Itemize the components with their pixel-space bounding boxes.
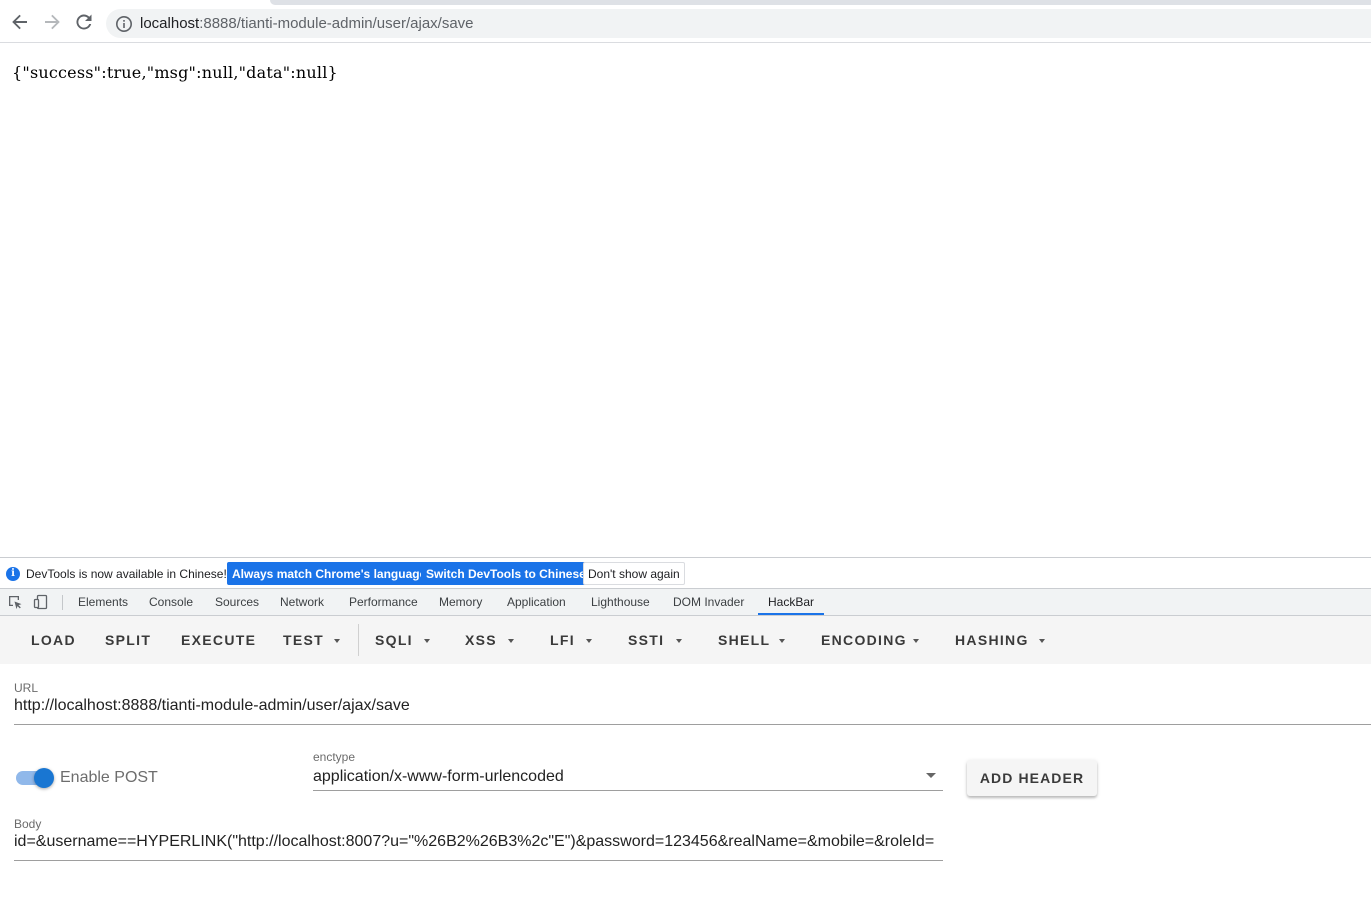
forward-button[interactable] <box>39 9 65 35</box>
ssti-menu[interactable]: SSTI <box>628 632 664 648</box>
sqli-menu[interactable]: SQLI <box>375 632 413 648</box>
tab-strip <box>270 0 1371 5</box>
encoding-menu[interactable]: ENCODING <box>821 632 907 648</box>
url-path: :8888/tianti-module-admin/user/ajax/save <box>199 15 474 32</box>
url-host: localhost <box>140 15 200 32</box>
caret-down-icon <box>424 639 430 643</box>
devtools-panel: i DevTools is now available in Chinese! … <box>0 557 1371 898</box>
tab-console[interactable]: Console <box>149 589 193 616</box>
add-header-button[interactable]: ADD HEADER <box>967 760 1097 796</box>
device-toolbar-icon[interactable] <box>33 594 49 610</box>
caret-down-icon <box>1039 639 1045 643</box>
tab-performance[interactable]: Performance <box>349 589 418 616</box>
caret-down-icon <box>913 639 919 643</box>
info-icon: i <box>6 567 20 581</box>
tab-sources[interactable]: Sources <box>215 589 259 616</box>
test-menu[interactable]: TEST <box>283 632 324 648</box>
reload-button[interactable] <box>71 9 97 35</box>
chevron-down-icon[interactable] <box>926 773 936 778</box>
address-bar-url[interactable]: localhost:8888/tianti-module-admin/user/… <box>140 15 474 32</box>
reload-icon <box>76 14 92 30</box>
tab-lighthouse[interactable]: Lighthouse <box>591 589 650 616</box>
switch-to-chinese-button[interactable]: Switch DevTools to Chinese <box>421 562 591 585</box>
url-label: URL <box>14 681 39 695</box>
caret-down-icon <box>676 639 682 643</box>
shell-menu[interactable]: SHELL <box>718 632 770 648</box>
active-tab-indicator <box>758 613 824 615</box>
url-input[interactable]: http://localhost:8888/tianti-module-admi… <box>14 697 410 715</box>
caret-down-icon <box>779 639 785 643</box>
tab-hackbar[interactable]: HackBar <box>768 589 814 616</box>
tab-network[interactable]: Network <box>280 589 324 616</box>
info-circle-icon[interactable] <box>115 15 133 33</box>
infobar-message: DevTools is now available in Chinese! <box>26 567 227 581</box>
body-input-underline <box>14 860 943 861</box>
body-label: Body <box>14 817 42 831</box>
caret-down-icon <box>586 639 592 643</box>
enctype-label: enctype <box>313 750 356 764</box>
arrow-left-icon <box>12 14 27 30</box>
match-language-button[interactable]: Always match Chrome's language <box>227 562 432 585</box>
toolbar-divider <box>62 595 63 610</box>
inspect-element-icon[interactable] <box>7 594 23 610</box>
split-button[interactable]: SPLIT <box>105 632 151 648</box>
hackbar-menubar: LOAD SPLIT EXECUTE TEST SQLI XSS LFI SST… <box>0 616 1371 664</box>
lfi-menu[interactable]: LFI <box>550 632 575 648</box>
execute-button[interactable]: EXECUTE <box>181 632 256 648</box>
body-input[interactable]: id=&username==HYPERLINK("http://localhos… <box>14 833 934 851</box>
back-button[interactable] <box>7 9 33 35</box>
tab-application[interactable]: Application <box>507 589 566 616</box>
devtools-tab-bar: Elements Console Sources Network Perform… <box>0 589 1371 616</box>
caret-down-icon <box>508 639 514 643</box>
enctype-underline <box>313 790 943 791</box>
hashing-menu[interactable]: HASHING <box>955 632 1029 648</box>
tab-elements[interactable]: Elements <box>78 589 128 616</box>
dont-show-again-button[interactable]: Don't show again <box>583 562 685 585</box>
url-input-underline <box>14 724 1371 725</box>
toggle-thumb[interactable] <box>34 768 54 788</box>
devtools-infobar: i DevTools is now available in Chinese! … <box>0 558 1371 589</box>
enable-post-label: Enable POST <box>60 769 158 786</box>
browser-toolbar: localhost:8888/tianti-module-admin/user/… <box>0 0 1371 43</box>
caret-down-icon <box>334 639 340 643</box>
enctype-select[interactable]: application/x-www-form-urlencoded <box>313 768 564 786</box>
xss-menu[interactable]: XSS <box>465 632 497 648</box>
address-bar[interactable]: localhost:8888/tianti-module-admin/user/… <box>106 9 1371 38</box>
load-button[interactable]: LOAD <box>31 632 76 648</box>
menu-divider <box>358 624 359 656</box>
tab-memory[interactable]: Memory <box>439 589 482 616</box>
tab-dom-invader[interactable]: DOM Invader <box>673 589 744 616</box>
arrow-right-icon <box>45 14 60 30</box>
json-response: {"success":true,"msg":null,"data":null} <box>12 63 338 82</box>
